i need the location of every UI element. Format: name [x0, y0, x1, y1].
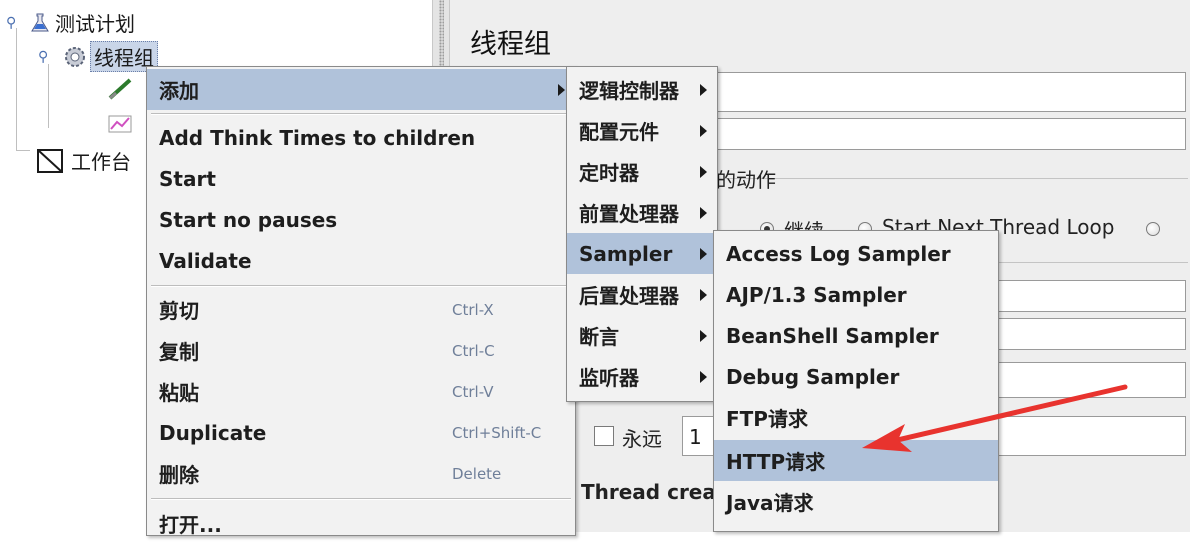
menu-item-add-think-times[interactable]: Add Think Times to children	[147, 117, 575, 158]
submenu-arrow-icon	[700, 329, 707, 342]
submenu-arrow-icon	[558, 83, 565, 96]
menu-item-label: 逻辑控制器	[579, 79, 679, 103]
submenu-item-post-processor[interactable]: 后置处理器	[567, 274, 717, 315]
menu-item-label: 打开...	[159, 513, 222, 537]
submenu-item-listener[interactable]: 监听器	[567, 356, 717, 397]
menu-item-open[interactable]: 打开...	[147, 503, 575, 544]
forever-label: 永远	[622, 427, 662, 451]
menu-item-label: 定时器	[579, 161, 639, 185]
menu-item-label: 前置处理器	[579, 202, 679, 226]
submenu-arrow-icon	[700, 124, 707, 137]
graph-icon	[106, 110, 136, 136]
menu-item-label: Debug Sampler	[726, 364, 900, 389]
pipette-icon	[106, 76, 136, 102]
tree-item-test-plan[interactable]: ⚲ 测试计划	[6, 8, 138, 37]
tree-item-label: 工作台	[71, 150, 131, 174]
menu-item-label: 删除	[159, 463, 199, 487]
expand-toggle-icon[interactable]: ⚲	[6, 15, 28, 31]
menu-item-duplicate[interactable]: Duplicate Ctrl+Shift-C	[147, 412, 575, 453]
tree-item-child-2[interactable]	[106, 110, 142, 136]
menu-item-add[interactable]: 添加	[147, 69, 575, 110]
sampler-item-access-log[interactable]: Access Log Sampler	[714, 233, 998, 274]
menu-item-label: AJP/1.3 Sampler	[726, 282, 907, 307]
menu-item-start[interactable]: Start	[147, 158, 575, 199]
sampler-item-ajp[interactable]: AJP/1.3 Sampler	[714, 274, 998, 315]
menu-item-label: 复制	[159, 340, 199, 364]
tree-item-label: 测试计划	[55, 12, 135, 36]
shortcut-label: Ctrl-C	[452, 341, 495, 360]
page-title: 线程组	[470, 29, 551, 60]
workbench-icon	[34, 147, 68, 175]
submenu-item-pre-processor[interactable]: 前置处理器	[567, 192, 717, 233]
sampler-item-debug[interactable]: Debug Sampler	[714, 356, 998, 397]
gear-icon	[60, 44, 90, 70]
menu-item-label: 添加	[159, 79, 199, 103]
menu-item-label: 后置处理器	[579, 284, 679, 308]
expand-toggle-icon[interactable]: ⚲	[38, 49, 60, 65]
menu-item-delete[interactable]: 删除 Delete	[147, 453, 575, 494]
submenu-arrow-icon	[700, 83, 707, 96]
menu-item-paste[interactable]: 粘贴 Ctrl-V	[147, 371, 575, 412]
submenu-arrow-icon	[700, 165, 707, 178]
menu-item-label: Validate	[159, 248, 252, 273]
menu-item-label: Duplicate	[159, 420, 267, 445]
menu-item-label: 监听器	[579, 366, 639, 390]
add-submenu: 逻辑控制器 配置元件 定时器 前置处理器 Sampler 后置处理器 断言 监听…	[566, 66, 718, 402]
tree-item-child-1[interactable]	[106, 76, 142, 102]
sampler-item-http[interactable]: HTTP请求	[714, 440, 998, 481]
shortcut-label: Ctrl+Shift-C	[452, 423, 542, 442]
shortcut-label: Ctrl-V	[452, 382, 494, 401]
menu-item-cut[interactable]: 剪切 Ctrl-X	[147, 289, 575, 330]
submenu-item-logic-controller[interactable]: 逻辑控制器	[567, 69, 717, 110]
menu-item-label: BeanShell Sampler	[726, 323, 939, 348]
sampler-item-ftp[interactable]: FTP请求	[714, 397, 998, 438]
menu-item-label: FTP请求	[726, 407, 808, 431]
submenu-item-assertion[interactable]: 断言	[567, 315, 717, 356]
menu-item-label: Add Think Times to children	[159, 125, 476, 150]
menu-item-label: 剪切	[159, 299, 199, 323]
menu-item-label: Sampler	[579, 241, 673, 266]
menu-item-label: HTTP请求	[726, 450, 826, 474]
shortcut-label: Ctrl-X	[452, 300, 494, 319]
submenu-item-config-element[interactable]: 配置元件	[567, 110, 717, 151]
sampler-item-beanshell[interactable]: BeanShell Sampler	[714, 315, 998, 356]
context-menu: 添加 Add Think Times to children Start Sta…	[146, 66, 576, 537]
loop-count-value: 1	[689, 425, 702, 449]
tree-item-workbench[interactable]: 工作台	[34, 146, 134, 175]
shortcut-label: Delete	[452, 464, 502, 483]
menu-item-label: 断言	[579, 325, 619, 349]
error-action-group-label: 的动作	[716, 168, 776, 192]
submenu-arrow-icon	[700, 247, 707, 260]
menu-item-label: Start	[159, 166, 216, 191]
menu-item-copy[interactable]: 复制 Ctrl-C	[147, 330, 575, 371]
flask-icon	[28, 11, 52, 35]
menu-item-validate[interactable]: Validate	[147, 240, 575, 281]
submenu-item-timer[interactable]: 定时器	[567, 151, 717, 192]
menu-item-label: Java请求	[726, 491, 814, 515]
menu-item-label: Access Log Sampler	[726, 241, 951, 266]
menu-item-label: Start no pauses	[159, 207, 338, 232]
menu-item-label: 粘贴	[159, 381, 199, 405]
forever-checkbox[interactable]	[594, 426, 614, 446]
menu-item-label: 配置元件	[579, 120, 659, 144]
submenu-arrow-icon	[700, 370, 707, 383]
radio-other[interactable]	[1146, 222, 1160, 236]
submenu-arrow-icon	[700, 288, 707, 301]
thread-creation-checkbox-label[interactable]: Thread creat	[581, 480, 725, 504]
submenu-arrow-icon	[700, 206, 707, 219]
tree-item-thread-group[interactable]: ⚲ 线程组	[38, 41, 158, 72]
menu-item-start-no-pauses[interactable]: Start no pauses	[147, 199, 575, 240]
sampler-item-java[interactable]: Java请求	[714, 481, 998, 522]
sampler-submenu: Access Log Sampler AJP/1.3 Sampler BeanS…	[713, 230, 999, 532]
submenu-item-sampler[interactable]: Sampler	[567, 233, 717, 274]
